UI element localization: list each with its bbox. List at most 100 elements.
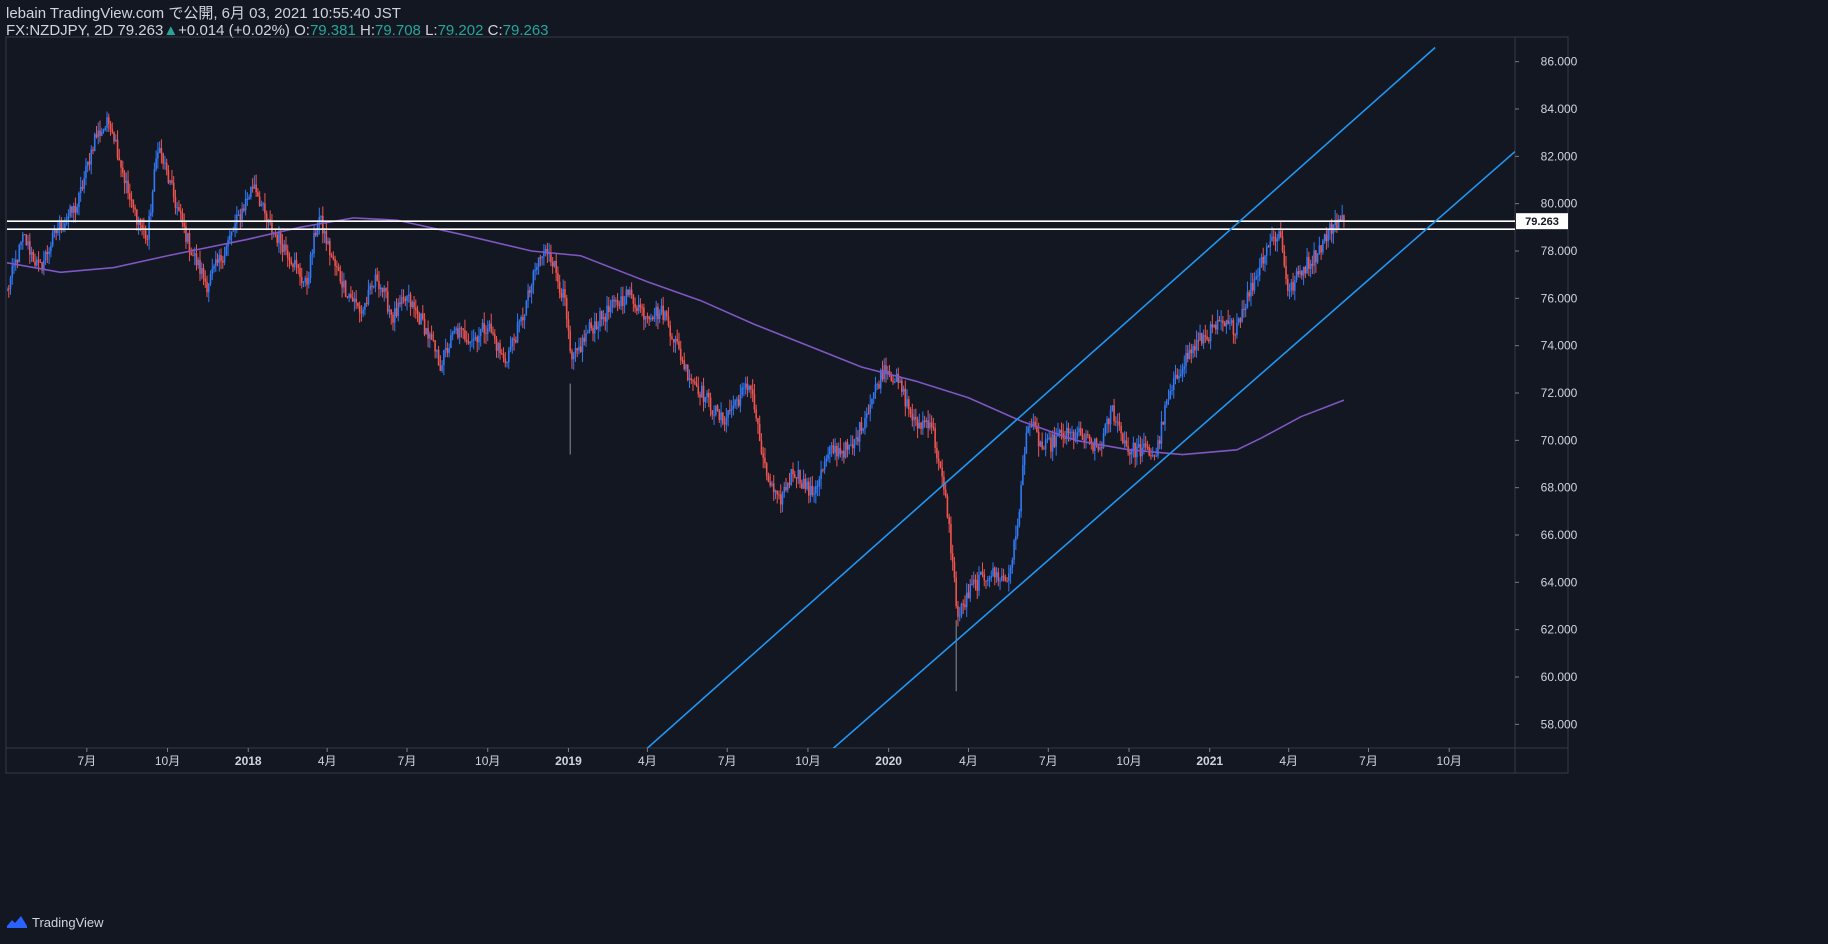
candle-body[interactable] bbox=[974, 579, 977, 581]
candle-body[interactable] bbox=[390, 309, 393, 315]
candle-body[interactable] bbox=[192, 255, 194, 257]
candle-body[interactable] bbox=[1118, 421, 1121, 426]
candle-body[interactable] bbox=[116, 139, 119, 158]
candle-body[interactable] bbox=[990, 576, 993, 578]
candle-body[interactable] bbox=[622, 296, 624, 306]
candle-body[interactable] bbox=[972, 579, 975, 585]
candle-body[interactable] bbox=[423, 318, 426, 335]
candle-body[interactable] bbox=[358, 305, 361, 313]
candle-body[interactable] bbox=[520, 317, 522, 322]
candle-body[interactable] bbox=[983, 574, 986, 581]
candle-body[interactable] bbox=[344, 280, 347, 297]
candle-body[interactable] bbox=[1325, 234, 1328, 242]
candle-body[interactable] bbox=[729, 410, 731, 412]
candle-body[interactable] bbox=[651, 317, 654, 320]
candle-body[interactable] bbox=[297, 264, 300, 268]
candle-body[interactable] bbox=[172, 182, 175, 197]
candle-body[interactable] bbox=[988, 577, 991, 580]
candle-body[interactable] bbox=[706, 392, 708, 398]
candle-body[interactable] bbox=[93, 134, 96, 152]
candle-body[interactable] bbox=[551, 262, 554, 267]
candle-body[interactable] bbox=[1181, 369, 1184, 374]
price-chart[interactable]: 86.000 84.000 82.000 80.000 78.000 76.000 74.0… bbox=[0, 0, 1828, 939]
candle-body[interactable] bbox=[92, 149, 94, 152]
candle-body[interactable] bbox=[448, 348, 450, 353]
candle-body[interactable] bbox=[693, 381, 696, 384]
candle-body[interactable] bbox=[406, 295, 408, 302]
candle-body[interactable] bbox=[590, 322, 593, 329]
candle-body[interactable] bbox=[779, 494, 782, 505]
candle-body[interactable] bbox=[578, 346, 580, 351]
candle-body[interactable] bbox=[804, 478, 807, 489]
candle-body[interactable] bbox=[213, 266, 215, 269]
candle-body[interactable] bbox=[1150, 455, 1152, 457]
candle-body[interactable] bbox=[1316, 254, 1319, 263]
candle-body[interactable] bbox=[871, 398, 873, 405]
candle-body[interactable] bbox=[592, 328, 594, 334]
candle-body[interactable] bbox=[939, 461, 942, 468]
candle-body[interactable] bbox=[979, 571, 982, 575]
candle-body[interactable] bbox=[506, 362, 508, 364]
candle-body[interactable] bbox=[855, 437, 857, 440]
candle-body[interactable] bbox=[1060, 429, 1063, 434]
candle-body[interactable] bbox=[751, 389, 754, 395]
candle-body[interactable] bbox=[913, 416, 915, 421]
candle-body[interactable] bbox=[362, 309, 364, 314]
candle-body[interactable] bbox=[878, 384, 880, 389]
candle-body[interactable] bbox=[1111, 405, 1114, 411]
candle-body[interactable] bbox=[34, 261, 36, 266]
candle-body[interactable] bbox=[816, 485, 819, 487]
candle-body[interactable] bbox=[867, 413, 870, 415]
candle-body[interactable] bbox=[1088, 435, 1091, 440]
candle-body[interactable] bbox=[511, 338, 514, 347]
candle-body[interactable] bbox=[1246, 292, 1249, 308]
candle-body[interactable] bbox=[858, 422, 861, 442]
candle-body[interactable] bbox=[1081, 434, 1084, 440]
candle-body[interactable] bbox=[378, 280, 380, 290]
candle-body[interactable] bbox=[425, 328, 428, 335]
candle-body[interactable] bbox=[553, 260, 556, 267]
candle-body[interactable] bbox=[1281, 236, 1284, 251]
candle-body[interactable] bbox=[1141, 447, 1143, 457]
candle-body[interactable] bbox=[1132, 442, 1135, 450]
candle-body[interactable] bbox=[827, 454, 829, 459]
candle-body[interactable] bbox=[1129, 452, 1131, 455]
candle-body[interactable] bbox=[679, 348, 682, 361]
candle-body[interactable] bbox=[674, 338, 677, 343]
candle-body[interactable] bbox=[223, 255, 226, 263]
candle-body[interactable] bbox=[325, 231, 328, 244]
candle-body[interactable] bbox=[1169, 390, 1172, 400]
candle-body[interactable] bbox=[1188, 349, 1191, 359]
candle-body[interactable] bbox=[976, 580, 979, 591]
channel-trend-line[interactable] bbox=[637, 46, 1436, 757]
candle-body[interactable] bbox=[332, 256, 335, 260]
candle-body[interactable] bbox=[1265, 246, 1268, 256]
candle-body[interactable] bbox=[455, 328, 457, 331]
candle-body[interactable] bbox=[725, 417, 728, 425]
candle-body[interactable] bbox=[474, 336, 477, 339]
candle-body[interactable] bbox=[864, 418, 866, 429]
candle-body[interactable] bbox=[683, 360, 686, 370]
candle-body[interactable] bbox=[258, 196, 261, 206]
candle-body[interactable] bbox=[393, 308, 396, 323]
candle-body[interactable] bbox=[1171, 389, 1173, 391]
candle-body[interactable] bbox=[951, 553, 954, 562]
candle-body[interactable] bbox=[158, 147, 161, 153]
candle-body[interactable] bbox=[1186, 352, 1189, 359]
candle-body[interactable] bbox=[90, 149, 93, 165]
candle-body[interactable] bbox=[1030, 425, 1033, 427]
candle-body[interactable] bbox=[457, 328, 459, 338]
candle-body[interactable] bbox=[637, 304, 640, 311]
candle-body[interactable] bbox=[497, 343, 500, 351]
candle-body[interactable] bbox=[1183, 366, 1186, 370]
candle-body[interactable] bbox=[597, 326, 600, 329]
candle-body[interactable] bbox=[802, 478, 805, 489]
candle-body[interactable] bbox=[1050, 437, 1052, 452]
candle-body[interactable] bbox=[481, 322, 484, 330]
candle-body[interactable] bbox=[760, 440, 763, 454]
candle-body[interactable] bbox=[515, 340, 517, 343]
candle-body[interactable] bbox=[350, 294, 352, 298]
candle-body[interactable] bbox=[999, 580, 1001, 582]
candle-body[interactable] bbox=[137, 219, 140, 225]
time-axis[interactable]: 7月 10月 2018 4月 7月 10月 2019 4月 7月 10月 2020 4月 7月 10月 20… bbox=[77, 748, 1462, 768]
